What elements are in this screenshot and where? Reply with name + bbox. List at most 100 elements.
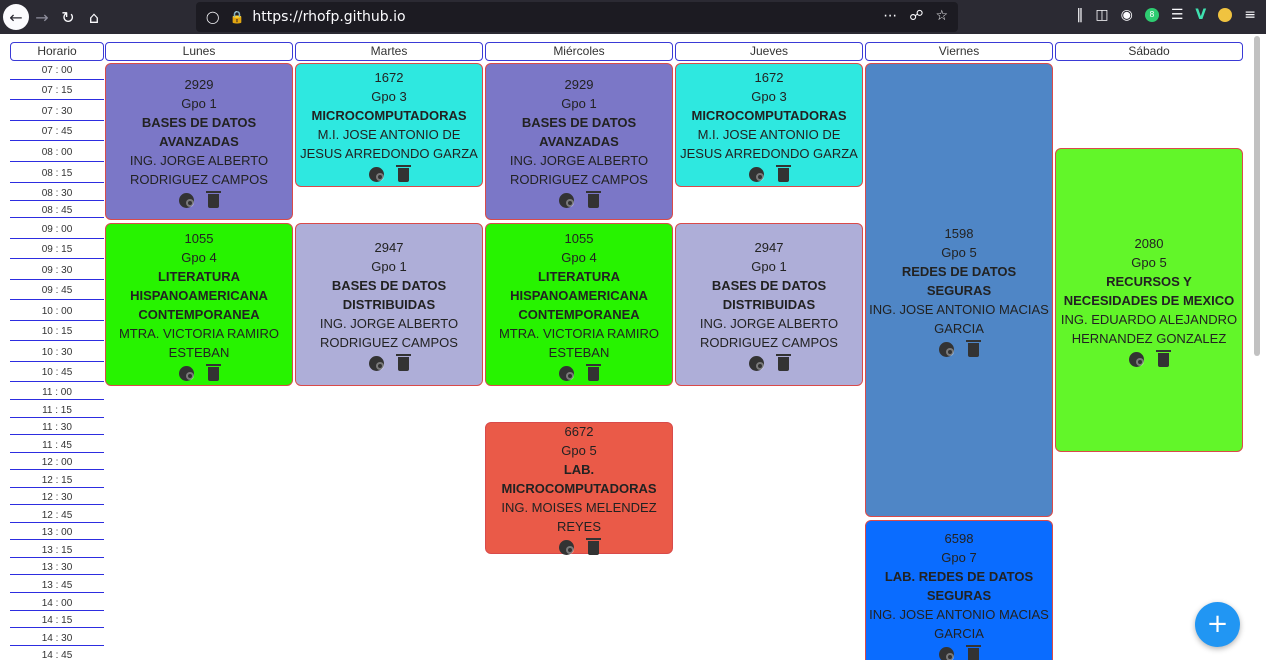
menu-icon[interactable]: ≡	[1244, 7, 1256, 23]
class-teacher: ING. JORGE ALBERTO RODRIGUEZ CAMPOS	[319, 316, 459, 350]
palette-icon[interactable]	[749, 356, 764, 371]
time-slot: 14 : 45	[10, 648, 104, 660]
more-icon[interactable]: ⋯	[883, 8, 897, 24]
palette-icon[interactable]	[939, 341, 954, 357]
class-code: 2929	[564, 77, 594, 92]
class-name: BASES DE DATOS DISTRIBUIDAS	[331, 278, 447, 312]
add-class-button[interactable]: +	[1195, 602, 1240, 647]
class-actions	[749, 165, 791, 182]
class-group: Gpo 1	[751, 259, 787, 274]
class-group: Gpo 4	[181, 249, 217, 265]
class-name: BASES DE DATOS DISTRIBUIDAS	[711, 278, 827, 312]
time-slot: 11 : 45	[10, 438, 104, 453]
class-name: RECURSOS Y NECESIDADES DE MEXICO	[1063, 273, 1235, 308]
time-slot: 14 : 15	[10, 613, 104, 628]
browser-toolbar: ← → ↻ ⌂ ◯ 🔒 https://rhofp.github.io ⋯ ☍ …	[0, 0, 1266, 34]
palette-icon[interactable]	[749, 167, 764, 182]
class-block[interactable]: 2929 Gpo 1 BASES DE DATOS AVANZADAS ING. JO…	[485, 63, 673, 220]
sidebar-icon[interactable]: ◫	[1095, 7, 1108, 23]
class-block[interactable]: 2947 Gpo 1 BASES DE DATOS DISTRIBUIDAS ING.…	[675, 223, 863, 386]
url-bar[interactable]: ◯ 🔒 https://rhofp.github.io ⋯ ☍ ☆	[196, 2, 958, 32]
url-text[interactable]: https://rhofp.github.io	[252, 9, 405, 25]
trash-icon[interactable]	[776, 165, 791, 182]
palette-icon[interactable]	[559, 539, 574, 555]
class-teacher: ING. JORGE ALBERTO RODRIGUEZ CAMPOS	[699, 316, 839, 350]
class-block[interactable]: 2929 Gpo 1 BASES DE DATOS AVANZADAS ING. JO…	[105, 63, 293, 220]
time-slot: 12 : 15	[10, 473, 104, 488]
trash-icon[interactable]	[966, 339, 981, 357]
palette-icon[interactable]	[559, 193, 574, 208]
class-teacher: ING. JORGE ALBERTO RODRIGUEZ CAMPOS	[129, 153, 269, 187]
palette-icon[interactable]	[369, 167, 384, 182]
class-block[interactable]: 1598 Gpo 5 REDES DE DATOS SEGURAS ING. JOSE…	[865, 63, 1053, 517]
class-name: LAB. MICROCOMPUTADORAS	[501, 461, 657, 496]
class-actions	[369, 165, 411, 182]
time-slot: 13 : 45	[10, 578, 104, 593]
class-group: Gpo 4	[561, 249, 597, 265]
trash-icon[interactable]	[586, 191, 601, 208]
class-group: Gpo 5	[561, 442, 597, 458]
class-block[interactable]: 2080 Gpo 5 RECURSOS Y NECESIDADES DE MEXIC…	[1055, 148, 1243, 452]
trash-icon[interactable]	[396, 165, 411, 182]
extension-icon[interactable]: 8	[1144, 8, 1159, 22]
class-name: LITERATURA HISPANOAMERICANA CONTEMPORANE…	[130, 268, 268, 322]
class-code: 1055	[184, 230, 214, 246]
palette-icon[interactable]	[559, 365, 574, 381]
back-icon[interactable]: ←	[3, 4, 29, 30]
class-name: REDES DE DATOS SEGURAS	[901, 263, 1017, 298]
class-teacher: MTRA. VICTORIA RAMIRO ESTEBAN	[498, 325, 660, 360]
class-code: 6598	[944, 530, 974, 546]
class-code: 1672	[374, 70, 404, 85]
trash-icon[interactable]	[586, 363, 601, 381]
trash-icon[interactable]	[586, 537, 601, 555]
trash-icon[interactable]	[396, 354, 411, 371]
class-group: Gpo 1	[181, 96, 217, 111]
class-teacher: M.I. JOSE ANTONIO DE JESUS ARREDONDO GAR…	[680, 127, 858, 161]
shield-icon: ◯	[206, 10, 220, 24]
class-block[interactable]: 1055 Gpo 4 LITERATURA HISPANOAMERICANA CON…	[105, 223, 293, 386]
reload-icon[interactable]: ↻	[55, 4, 81, 30]
class-block[interactable]: 1672 Gpo 3 MICROCOMPUTADORAS M.I. JOSE ANTO…	[295, 63, 483, 187]
palette-icon[interactable]	[939, 646, 954, 660]
class-actions	[179, 191, 221, 208]
class-name: LAB. REDES DE DATOS SEGURAS	[884, 568, 1034, 603]
schedule-page: Horario Lunes Martes Miércoles Jueves Vi…	[0, 34, 1266, 660]
trash-icon[interactable]	[966, 644, 981, 660]
trash-icon[interactable]	[206, 191, 221, 208]
library-icon[interactable]: ‖	[1076, 7, 1083, 23]
class-block[interactable]: 6598 Gpo 7 LAB. REDES DE DATOS SEGURAS ING.…	[865, 520, 1053, 660]
class-actions	[559, 363, 601, 381]
class-code: 1055	[564, 230, 594, 246]
class-block[interactable]: 1672 Gpo 3 MICROCOMPUTADORAS M.I. JOSE ANTO…	[675, 63, 863, 187]
trash-icon[interactable]	[776, 354, 791, 371]
extension-bars-icon[interactable]: ☰	[1171, 7, 1184, 23]
time-slot: 07 : 15	[10, 82, 104, 100]
bookmark-star-icon[interactable]: ☆	[935, 8, 948, 24]
palette-icon[interactable]	[369, 356, 384, 371]
trash-icon[interactable]	[206, 363, 221, 381]
time-slot: 08 : 30	[10, 186, 104, 201]
scrollbar[interactable]	[1254, 36, 1260, 356]
forward-icon[interactable]: →	[29, 4, 55, 30]
class-name: BASES DE DATOS AVANZADAS	[141, 115, 257, 149]
home-icon[interactable]: ⌂	[81, 4, 107, 30]
header-horario: Horario	[10, 42, 104, 61]
class-actions	[939, 339, 981, 357]
pocket-icon[interactable]: ☍	[909, 8, 923, 24]
class-block[interactable]: 2947 Gpo 1 BASES DE DATOS DISTRIBUIDAS ING.…	[295, 223, 483, 386]
class-block[interactable]: 6672 Gpo 5 LAB. MICROCOMPUTADORAS ING. MOIS…	[485, 422, 673, 555]
palette-icon[interactable]	[179, 193, 194, 208]
time-slot: 10 : 45	[10, 364, 104, 382]
class-teacher: ING. EDUARDO ALEJANDRO HERNANDEZ GONZALE…	[1060, 311, 1238, 346]
class-block[interactable]: 1055 Gpo 4 LITERATURA HISPANOAMERICANA CON…	[485, 223, 673, 386]
header-sabado: Sábado	[1055, 42, 1243, 61]
class-actions	[559, 537, 601, 555]
palette-icon[interactable]	[1129, 351, 1144, 367]
account-icon[interactable]: ◉	[1121, 7, 1133, 23]
vue-devtools-icon[interactable]: V	[1195, 7, 1206, 23]
extension-circle-icon[interactable]	[1218, 8, 1233, 22]
class-teacher: ING. JOSE ANTONIO MACIAS GARCIA	[869, 301, 1049, 336]
class-teacher: ING. MOISES MELENDEZ REYES	[501, 499, 657, 534]
trash-icon[interactable]	[1156, 349, 1171, 367]
palette-icon[interactable]	[179, 365, 194, 381]
